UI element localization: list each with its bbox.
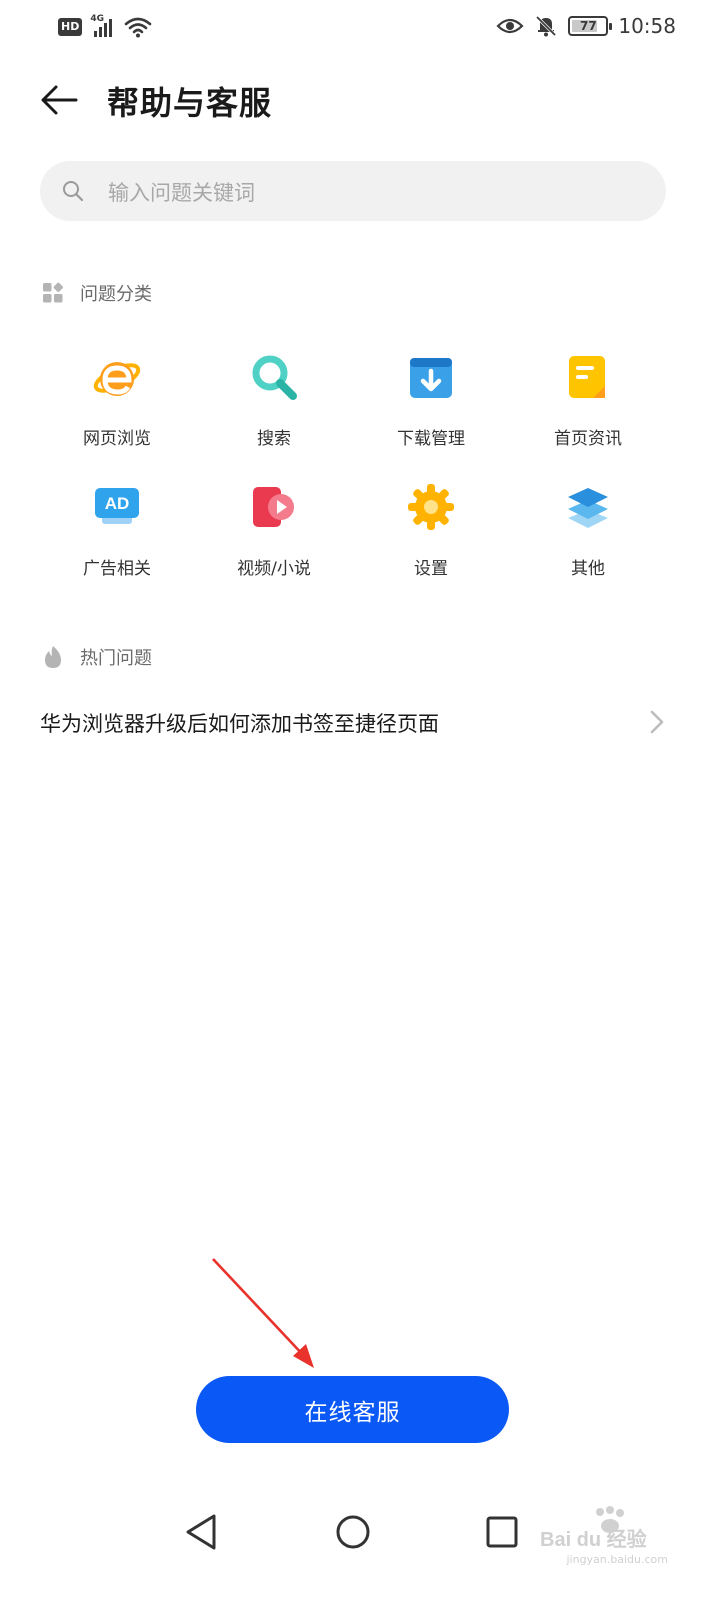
- svg-text:AD: AD: [105, 494, 130, 513]
- nav-back-triangle-icon[interactable]: [178, 1508, 226, 1556]
- browser-e-icon: [93, 362, 141, 396]
- category-label: 其他: [571, 559, 605, 579]
- search-input[interactable]: 输入问题关键词: [40, 161, 666, 221]
- category-homepage-news[interactable]: 首页资讯: [523, 352, 653, 462]
- search-icon: [63, 181, 84, 202]
- online-service-button[interactable]: 在线客服: [196, 1376, 509, 1443]
- system-nav-bar: [0, 1490, 720, 1570]
- download-icon: [410, 358, 452, 398]
- cellular-signal-icon: 4G: [90, 14, 116, 38]
- gear-icon: [408, 484, 454, 530]
- chevron-right-icon: [650, 710, 664, 734]
- category-label: 首页资讯: [554, 429, 622, 449]
- status-bar-left: HD 4G: [58, 14, 152, 40]
- grid-icon: [43, 282, 63, 303]
- category-ad[interactable]: AD 广告相关: [52, 482, 182, 592]
- hot-question-text: 华为浏览器升级后如何添加书签至捷径页面: [40, 712, 439, 736]
- status-clock: 10:58: [618, 14, 676, 38]
- status-bar-right: 77 10:58: [496, 12, 676, 40]
- flame-icon: [45, 646, 61, 668]
- hot-section-header: 热门问题: [42, 643, 152, 671]
- category-search[interactable]: 搜索: [209, 352, 339, 462]
- battery-level-text: 77: [580, 19, 597, 33]
- category-download-manager[interactable]: 下载管理: [366, 352, 496, 462]
- category-settings[interactable]: 设置: [366, 482, 496, 592]
- category-web-browsing[interactable]: 网页浏览: [52, 352, 182, 462]
- wifi-icon: [125, 17, 152, 38]
- nav-recents-square-icon[interactable]: [478, 1508, 526, 1556]
- hot-question-item[interactable]: 华为浏览器升级后如何添加书签至捷径页面: [0, 696, 720, 752]
- category-label: 下载管理: [397, 429, 465, 449]
- annotation-arrow-icon: [212, 1258, 314, 1368]
- magnifier-icon: [252, 355, 297, 400]
- app-header: 帮助与客服: [0, 72, 720, 128]
- page-title: 帮助与客服: [107, 84, 273, 122]
- layers-icon: [568, 488, 608, 528]
- category-label: 网页浏览: [83, 429, 151, 449]
- search-placeholder: 输入问题关键词: [108, 181, 255, 205]
- category-label: 视频/小说: [237, 559, 311, 579]
- online-service-button-label: 在线客服: [304, 1398, 401, 1425]
- category-other[interactable]: 其他: [523, 482, 653, 592]
- nav-home-circle-icon[interactable]: [329, 1508, 377, 1556]
- eye-icon: [496, 18, 524, 34]
- hd-badge: HD: [58, 18, 83, 36]
- back-arrow-icon[interactable]: [40, 82, 80, 118]
- category-label: 设置: [414, 559, 448, 579]
- battery-icon: 77: [568, 16, 613, 36]
- hot-section-title: 热门问题: [80, 648, 152, 669]
- category-label: 搜索: [257, 429, 291, 449]
- video-play-icon: [253, 487, 294, 527]
- categories-section-title: 问题分类: [80, 284, 152, 305]
- bell-muted-icon: [536, 15, 557, 37]
- status-bar: HD 4G 77 10:58: [0, 0, 720, 56]
- category-video-novel[interactable]: 视频/小说: [209, 482, 339, 592]
- category-label: 广告相关: [83, 559, 151, 579]
- news-document-icon: [569, 356, 605, 398]
- ad-icon: AD: [95, 488, 139, 524]
- categories-section-header: 问题分类: [42, 279, 152, 307]
